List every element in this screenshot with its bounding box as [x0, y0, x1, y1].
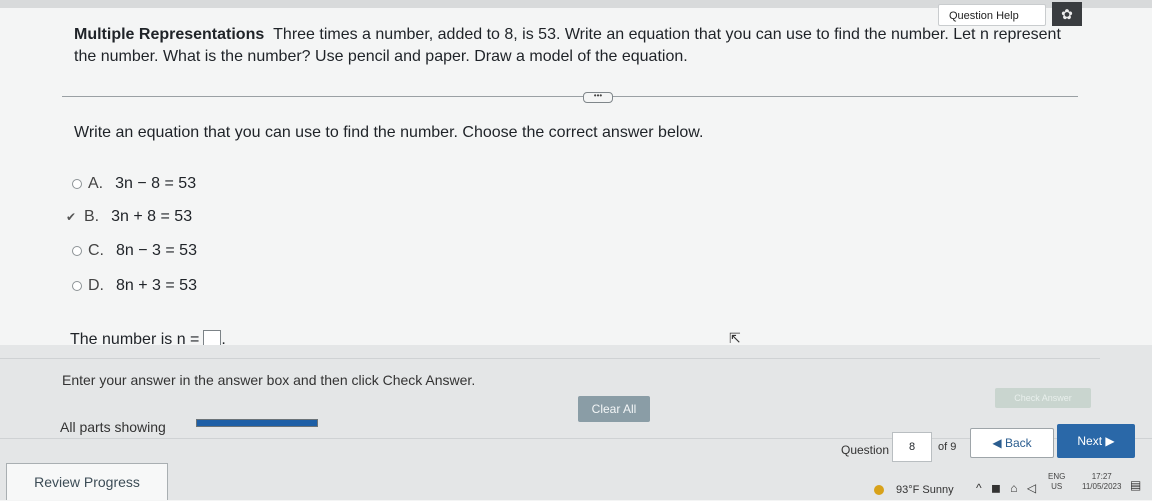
- check-answer-button[interactable]: Check Answer: [995, 388, 1091, 408]
- option-d[interactable]: D. 8n + 3 = 53: [72, 277, 197, 295]
- option-b[interactable]: ✔ B. 3n + 8 = 53: [66, 208, 193, 226]
- clear-all-button[interactable]: Clear All: [578, 396, 650, 422]
- question-label: Question: [841, 443, 890, 457]
- radio-icon[interactable]: [72, 281, 82, 291]
- back-button[interactable]: ◀ Back: [970, 428, 1054, 458]
- question-help-button[interactable]: Question Help: [938, 4, 1046, 26]
- clock-date: 11/05/2023: [1082, 482, 1122, 491]
- review-progress-button[interactable]: Review Progress: [6, 463, 168, 500]
- language-code: ENG: [1048, 472, 1066, 481]
- option-letter: A.: [88, 175, 104, 192]
- system-taskbar: 93°F Sunny ^ ◼ ⌂ ◁ ENG US 17:27 11/05/20…: [860, 470, 1152, 500]
- section-divider: [62, 96, 1078, 97]
- problem-title: Multiple Representations: [74, 26, 265, 43]
- option-equation: 8n + 3 = 53: [116, 277, 197, 294]
- question-number-input[interactable]: 8: [892, 432, 932, 462]
- part-instruction: Write an equation that you can use to fi…: [74, 124, 704, 141]
- option-letter: B.: [84, 208, 100, 225]
- parts-progress-bar: [196, 419, 318, 427]
- notification-icon[interactable]: ▤: [1130, 478, 1141, 492]
- weather-widget[interactable]: 93°F Sunny: [896, 484, 954, 496]
- question-total: of 9: [938, 441, 957, 453]
- option-equation: 3n − 8 = 53: [115, 175, 197, 192]
- option-c[interactable]: C. 8n − 3 = 53: [72, 242, 197, 260]
- option-equation: 8n − 3 = 53: [116, 242, 197, 259]
- clock-time: 17:27: [1091, 472, 1112, 481]
- expand-dots-button[interactable]: •••: [583, 92, 613, 103]
- checkmark-icon: ✔: [66, 210, 77, 224]
- gear-icon[interactable]: ✿: [1052, 2, 1082, 26]
- option-letter: C.: [88, 242, 104, 259]
- option-a[interactable]: A. 3n − 8 = 53: [72, 175, 196, 193]
- footer-separator: [0, 358, 1100, 359]
- radio-icon[interactable]: [72, 179, 82, 189]
- option-letter: D.: [88, 277, 104, 294]
- next-button[interactable]: Next ▶: [1057, 424, 1135, 458]
- language-indicator[interactable]: ENG US: [1048, 472, 1065, 492]
- sun-icon: [874, 485, 884, 495]
- option-equation: 3n + 8 = 53: [111, 208, 193, 225]
- parts-showing-label: All parts showing: [60, 419, 166, 435]
- system-tray-icons[interactable]: ^ ◼ ⌂ ◁: [976, 481, 1039, 495]
- radio-icon[interactable]: [72, 246, 82, 256]
- parts-progress-fill: [197, 420, 317, 426]
- system-clock[interactable]: 17:27 11/05/2023: [1082, 472, 1121, 492]
- problem-statement: Multiple Representations Three times a n…: [74, 24, 1074, 68]
- region-code: US: [1051, 482, 1063, 491]
- enter-answer-hint: Enter your answer in the answer box and …: [62, 372, 476, 388]
